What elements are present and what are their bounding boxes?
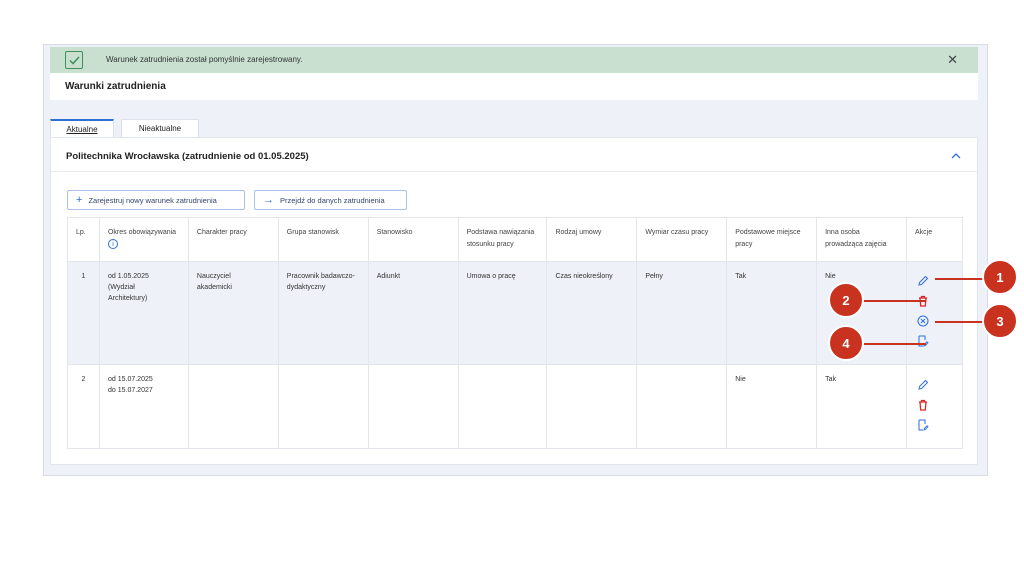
cell-charakter (187, 364, 279, 449)
header-miejsce: Podstawowe miejsce pracy (726, 217, 818, 262)
callout-marker-1: 1 (982, 259, 1018, 295)
delete-icon[interactable] (917, 399, 931, 413)
callout-line-1 (935, 278, 985, 280)
cell-stanowisko: Adiunkt (367, 261, 459, 365)
callout-line-2 (862, 300, 926, 302)
plus-icon: + (76, 194, 83, 206)
cell-akcje (905, 364, 964, 449)
page-title: Warunki zatrudnienia (65, 81, 166, 92)
cell-rodzaj (546, 364, 638, 449)
callout-marker-4: 4 (828, 325, 864, 361)
arrow-right-icon: → (263, 194, 274, 206)
okres-line: Architektury) (107, 295, 148, 302)
header-stanowisko: Stanowisko (367, 217, 459, 262)
okres-line: od 15.07.2025 (107, 376, 153, 383)
conditions-table: Lp. Okres obowiązywania i Charakter pracy… (67, 217, 964, 449)
grupa-line: Pracownik badawczo- (286, 273, 355, 280)
cell-akcje (905, 261, 964, 365)
header-charakter: Charakter pracy (187, 217, 279, 262)
delete-icon[interactable] (917, 295, 931, 309)
cell-inna: Tak (816, 364, 907, 449)
add-condition-button[interactable]: + Zarejestruj nowy warunek zatrudnienia (67, 190, 245, 210)
cell-miejsce: Tak (726, 261, 818, 365)
info-icon[interactable]: i (107, 239, 118, 249)
cell-wymiar: Pełny (636, 261, 728, 365)
header-wymiar: Wymiar czasu pracy (636, 217, 728, 262)
charakter-line: akademicki (196, 284, 232, 291)
header-lp: Lp. (67, 217, 100, 262)
divider (51, 171, 977, 172)
header-grupa: Grupa stanowisk (277, 217, 369, 262)
document-edit-icon[interactable] (917, 419, 931, 433)
callout-marker-3: 3 (982, 303, 1018, 339)
tab-nieaktualne[interactable]: Nieaktualne (121, 119, 199, 137)
cell-rodzaj: Czas nieokreślony (546, 261, 638, 365)
goto-employment-label: Przejdź do danych zatrudnienia (280, 195, 385, 205)
table-row: 2 od 15.07.2025 do 15.07.2027 Nie Tak (67, 364, 964, 449)
cell-podstawa (457, 364, 548, 449)
cell-okres: od 15.07.2025 do 15.07.2027 (98, 364, 189, 449)
header-inna: Inna osoba prowadząca zajęcia (816, 217, 907, 262)
header-rodzaj: Rodzaj umowy (546, 217, 638, 262)
cell-charakter: Nauczyciel akademicki (187, 261, 279, 365)
callout-marker-2: 2 (828, 282, 864, 318)
cell-grupa (277, 364, 369, 449)
table-header-row: Lp. Okres obowiązywania i Charakter pracy… (67, 217, 964, 262)
cancel-circle-icon[interactable] (917, 315, 931, 329)
cell-miejsce: Nie (726, 364, 818, 449)
tab-aktualne[interactable]: Aktualne (50, 119, 114, 137)
okres-line: (Wydział (107, 284, 135, 291)
okres-line: od 1.05.2025 (107, 273, 149, 280)
success-alert: Warunek zatrudnienia został pomyślnie za… (50, 47, 978, 73)
okres-line: do 15.07.2027 (107, 387, 153, 394)
charakter-line: Nauczyciel (196, 273, 231, 280)
edit-icon[interactable] (917, 275, 931, 289)
cell-grupa: Pracownik badawczo-dydaktyczny (277, 261, 369, 365)
header-okres: Okres obowiązywania i (98, 217, 189, 262)
checkmark-icon (65, 51, 83, 69)
cell-wymiar (636, 364, 728, 449)
card-title: Politechnika Wrocławska (zatrudnienie od… (66, 151, 309, 162)
alert-message: Warunek zatrudnienia został pomyślnie za… (106, 55, 303, 64)
chevron-up-icon[interactable] (951, 150, 961, 162)
header-podstawa: Podstawa nawiązania stosunku pracy (457, 217, 548, 262)
grupa-line: dydaktyczny (286, 284, 326, 291)
cell-lp: 2 (67, 364, 100, 449)
add-condition-label: Zarejestruj nowy warunek zatrudnienia (88, 195, 217, 205)
app-window: Warunek zatrudnienia został pomyślnie za… (43, 44, 988, 476)
goto-employment-button[interactable]: → Przejdź do danych zatrudnienia (254, 190, 407, 210)
document-edit-icon[interactable] (917, 335, 931, 349)
header-akcje: Akcje (905, 217, 964, 262)
callout-line-4 (862, 343, 926, 345)
cell-stanowisko (367, 364, 459, 449)
cell-okres: od 1.05.2025 (Wydział Architektury) (98, 261, 189, 365)
edit-icon[interactable] (917, 379, 931, 393)
close-icon[interactable]: ✕ (947, 52, 958, 68)
cell-lp: 1 (67, 261, 100, 365)
header-okres-label: Okres obowiązywania (107, 229, 177, 236)
cell-podstawa: Umowa o pracę (457, 261, 548, 365)
callout-line-3 (935, 321, 985, 323)
page-header: Warunki zatrudnienia (50, 73, 978, 100)
